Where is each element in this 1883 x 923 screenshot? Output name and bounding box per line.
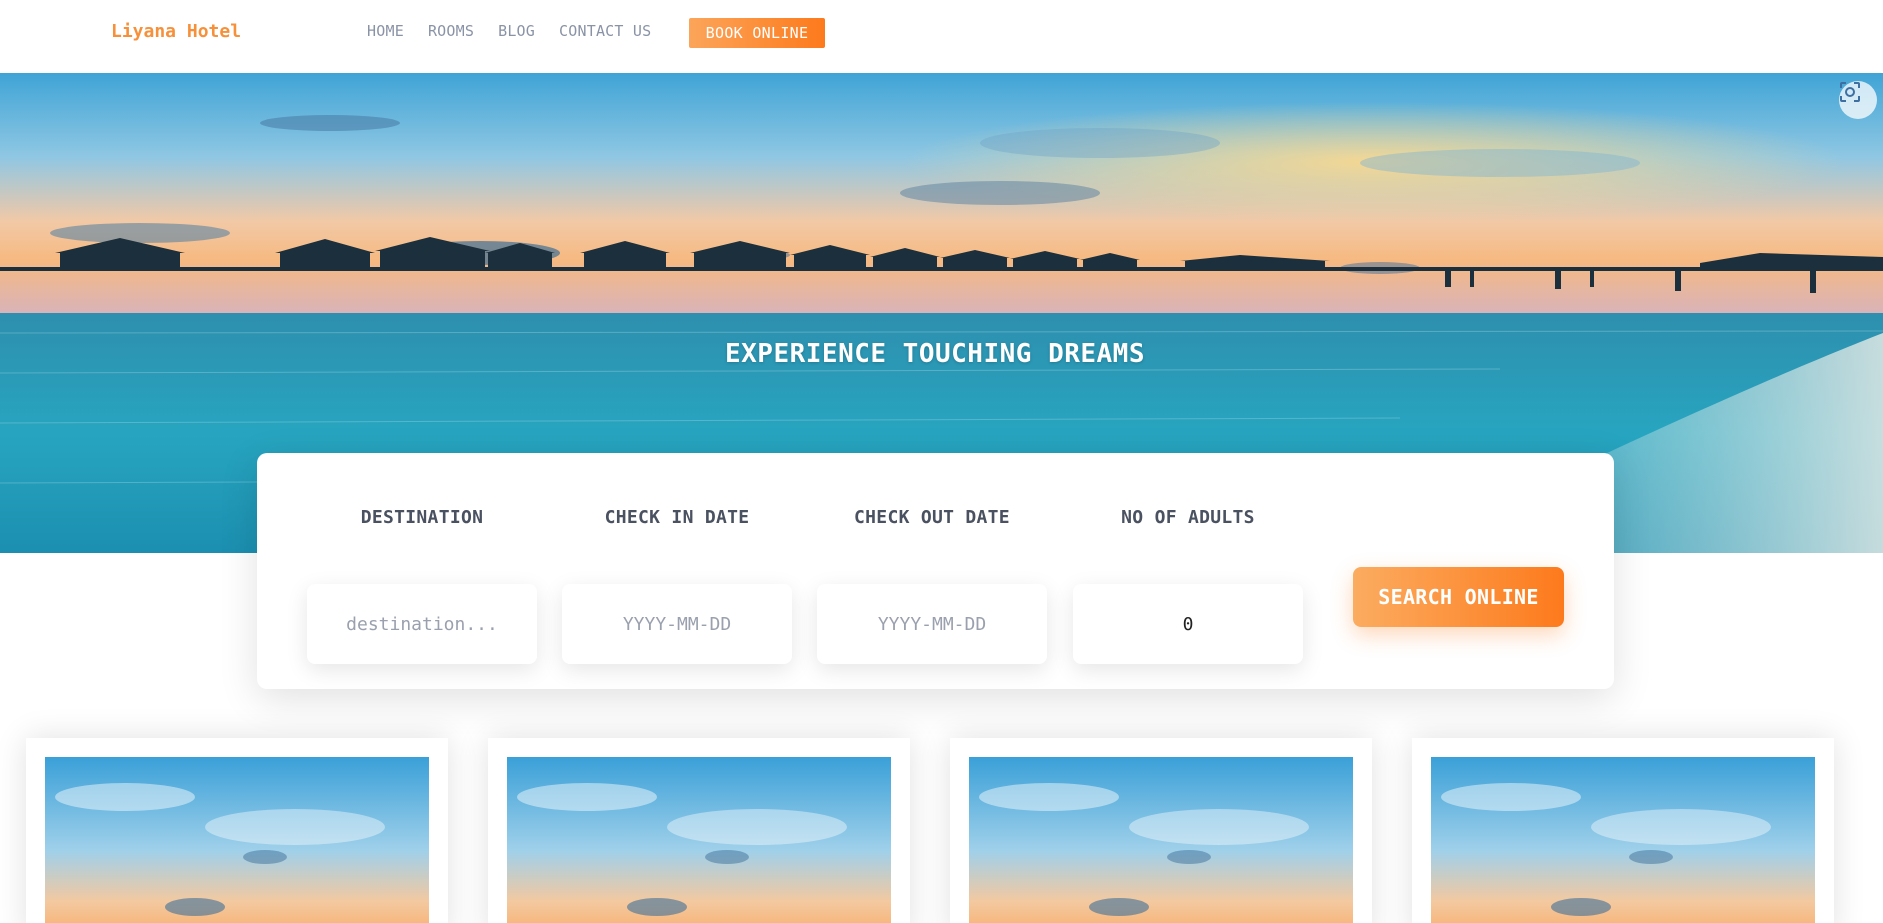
- sky-image: [969, 757, 1353, 923]
- destination-label: DESTINATION: [360, 507, 484, 528]
- card-image: [507, 757, 891, 923]
- sky-image: [45, 757, 429, 923]
- nav-home[interactable]: HOME: [367, 22, 404, 40]
- card[interactable]: [26, 738, 448, 923]
- nav-blog[interactable]: BLOG: [498, 22, 535, 40]
- navbar: Liyana Hotel HOME ROOMS BLOG CONTACT US …: [0, 0, 1883, 73]
- brand-logo[interactable]: Liyana Hotel: [111, 21, 241, 42]
- nav-links: HOME ROOMS BLOG CONTACT US: [367, 22, 675, 40]
- card-image: [969, 757, 1353, 923]
- search-panel: DESTINATION CHECK IN DATE CHECK OUT DATE…: [257, 453, 1614, 689]
- sky-image: [1431, 757, 1815, 923]
- check-out-label: CHECK OUT DATE: [854, 507, 1010, 528]
- check-in-input[interactable]: [562, 584, 792, 664]
- search-online-button[interactable]: SEARCH ONLINE: [1353, 567, 1564, 627]
- destination-input[interactable]: [307, 584, 537, 664]
- card[interactable]: [950, 738, 1372, 923]
- card[interactable]: [1412, 738, 1834, 923]
- nav-contact-us[interactable]: CONTACT US: [559, 22, 651, 40]
- hero-title: EXPERIENCE TOUCHING DREAMS: [725, 339, 1145, 369]
- card[interactable]: [488, 738, 910, 923]
- check-in-label: CHECK IN DATE: [604, 507, 750, 528]
- adults-input[interactable]: [1073, 584, 1303, 664]
- sky-image: [507, 757, 891, 923]
- card-image: [45, 757, 429, 923]
- check-out-input[interactable]: [817, 584, 1047, 664]
- scan-icon-glyph: [1840, 82, 1860, 102]
- scan-icon[interactable]: [1839, 81, 1877, 119]
- nav-rooms[interactable]: ROOMS: [428, 22, 474, 40]
- adults-label: NO OF ADULTS: [1121, 507, 1255, 528]
- card-image: [1431, 757, 1815, 923]
- book-online-button[interactable]: BOOK ONLINE: [689, 18, 825, 48]
